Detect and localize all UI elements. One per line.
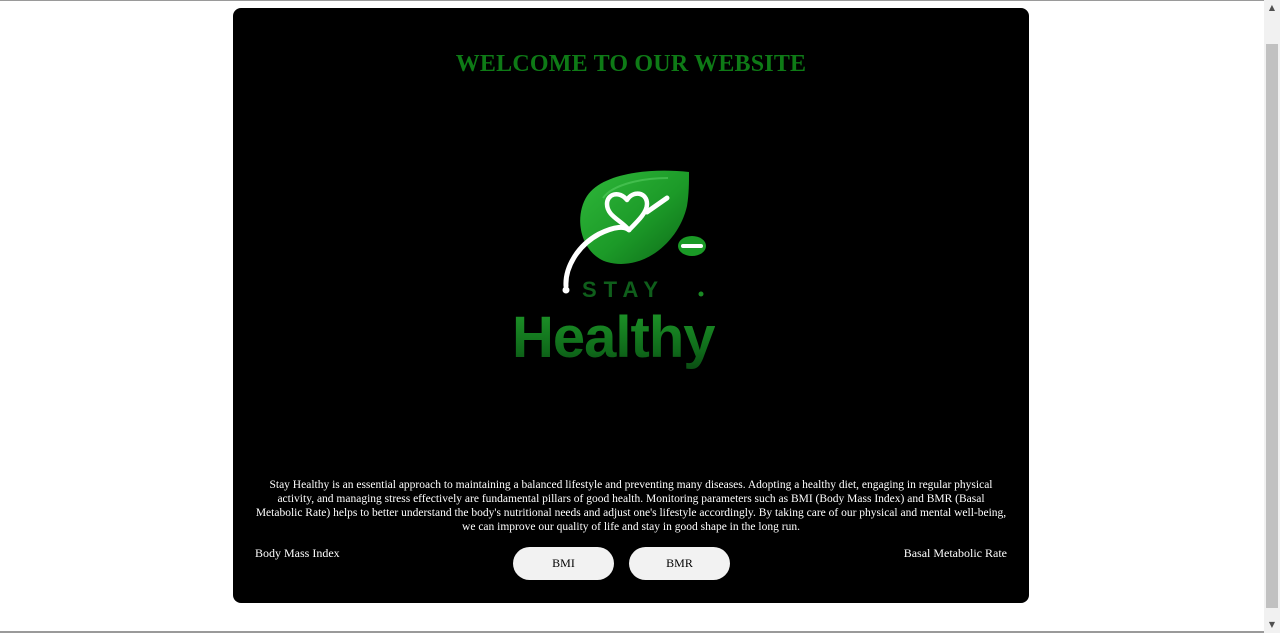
- bmi-button[interactable]: BMI: [513, 547, 614, 580]
- welcome-card: WELCOME TO OUR WEBSITE STAY Healthy Stay…: [233, 8, 1029, 603]
- stay-healthy-logo: STAY Healthy: [503, 158, 763, 393]
- logo-healthy-text: Healthy: [512, 305, 716, 370]
- intro-paragraph: Stay Healthy is an essential approach to…: [255, 479, 1007, 533]
- scroll-up-icon[interactable]: ▲: [1264, 0, 1280, 16]
- vertical-scrollbar[interactable]: ▲ ▼: [1264, 0, 1280, 633]
- scroll-thumb[interactable]: [1266, 44, 1278, 608]
- top-border: [0, 0, 1264, 1]
- page-title: WELCOME TO OUR WEBSITE: [455, 51, 807, 77]
- bmr-label: Basal Metabolic Rate: [903, 546, 1007, 560]
- logo-stay-text: STAY: [582, 277, 666, 302]
- scroll-down-icon[interactable]: ▼: [1264, 617, 1280, 633]
- bmr-button[interactable]: BMR: [629, 547, 730, 580]
- bmi-label: Body Mass Index: [255, 546, 340, 560]
